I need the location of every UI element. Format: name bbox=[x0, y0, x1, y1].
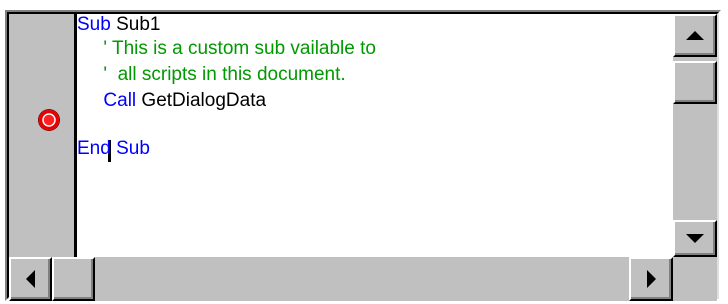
vertical-scrollbar[interactable] bbox=[673, 14, 717, 257]
breakpoint-dot-icon[interactable] bbox=[39, 110, 59, 130]
code-line-1: Sub Sub1 bbox=[77, 14, 160, 36]
horizontal-scroll-thumb[interactable] bbox=[52, 257, 95, 301]
triangle-right-icon bbox=[646, 270, 656, 288]
comment-line-1: ' This is a custom sub vailable to bbox=[103, 38, 376, 59]
breakpoint-gutter[interactable] bbox=[22, 14, 77, 257]
code-line-6: End Sub bbox=[77, 138, 150, 160]
keyword-call: Call bbox=[103, 90, 137, 111]
scroll-right-button[interactable] bbox=[629, 257, 673, 301]
code-line-3: ' all scripts in this document. bbox=[77, 64, 346, 86]
call-target: GetDialogData bbox=[136, 90, 267, 111]
triangle-up-icon bbox=[686, 31, 704, 40]
keyword-end-sub: End Sub bbox=[77, 138, 150, 159]
script-editor-inner: Sub Sub1 ' This is a custom sub vailable… bbox=[7, 12, 719, 301]
horizontal-scrollbar[interactable] bbox=[9, 257, 673, 301]
vertical-scroll-thumb[interactable] bbox=[673, 61, 717, 104]
code-editor[interactable]: Sub Sub1 ' This is a custom sub vailable… bbox=[77, 14, 673, 257]
script-editor-window: Sub Sub1 ' This is a custom sub vailable… bbox=[5, 10, 721, 301]
code-line-4: Call GetDialogData bbox=[77, 90, 266, 112]
triangle-down-icon bbox=[686, 234, 704, 243]
triangle-left-icon bbox=[26, 270, 35, 288]
code-line-2: ' This is a custom sub vailable to bbox=[77, 38, 376, 60]
scrollbar-corner bbox=[673, 257, 717, 301]
scroll-up-button[interactable] bbox=[673, 14, 717, 57]
keyword-sub: Sub bbox=[77, 14, 111, 35]
sub-name: Sub1 bbox=[110, 14, 161, 35]
scroll-down-button[interactable] bbox=[673, 220, 717, 257]
comment-line-2: ' all scripts in this document. bbox=[103, 64, 346, 85]
scroll-left-button[interactable] bbox=[9, 257, 52, 301]
vertical-scroll-track[interactable] bbox=[673, 57, 717, 220]
